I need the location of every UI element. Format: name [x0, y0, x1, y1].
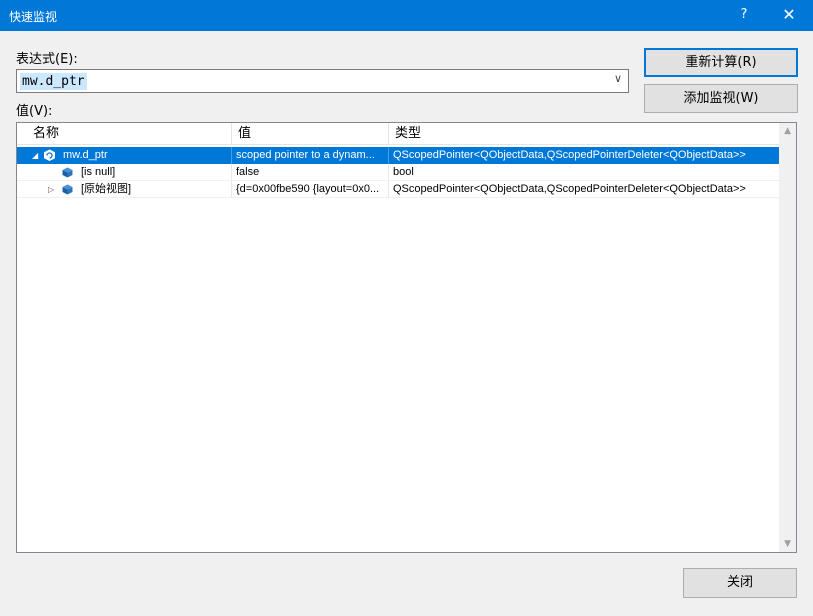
- table-row[interactable]: ◢ mw.d_ptr scoped pointer to a dynam... …: [17, 147, 780, 164]
- value-cell: false: [232, 164, 389, 181]
- grid-header: 名称 值 类型: [17, 123, 780, 145]
- table-row[interactable]: [is null] false bool: [17, 164, 780, 181]
- type-cell: bool: [389, 164, 780, 181]
- reevaluate-button[interactable]: 重新计算(R): [644, 48, 798, 77]
- field-icon: [62, 184, 73, 195]
- scroll-up-icon[interactable]: ▲: [784, 126, 791, 136]
- value-cell: {d=0x00fbe590 {layout=0x0...: [232, 181, 389, 198]
- type-cell: QScopedPointer<QObjectData,QScopedPointe…: [389, 181, 780, 198]
- column-header-value[interactable]: 值: [232, 123, 389, 144]
- column-header-type[interactable]: 类型: [389, 123, 780, 144]
- value-label: 值(V):: [16, 104, 53, 119]
- value-cell: scoped pointer to a dynam...: [232, 147, 389, 164]
- window-title: 快速监视: [9, 10, 58, 24]
- add-watch-button[interactable]: 添加监视(W): [644, 84, 798, 113]
- title-bar: 快速监视 ? ✕: [0, 0, 813, 31]
- close-window-button[interactable]: ✕: [770, 3, 808, 27]
- row-name: mw.d_ptr: [63, 149, 108, 161]
- collapsed-arrow-icon[interactable]: ▷: [48, 181, 54, 197]
- help-button[interactable]: ?: [730, 3, 758, 27]
- field-icon: [62, 167, 73, 178]
- object-refresh-icon: [44, 149, 55, 162]
- table-row[interactable]: ▷ [原始视图] {d=0x00fbe590 {layout=0x0... QS…: [17, 181, 780, 198]
- expanded-arrow-icon[interactable]: ◢: [32, 147, 38, 164]
- name-cell: ▷ [原始视图]: [17, 181, 232, 198]
- expression-input[interactable]: mw.d_ptr: [20, 73, 87, 90]
- watch-grid[interactable]: 名称 值 类型 ◢ mw.d_ptr scoped pointer to a d…: [16, 122, 797, 553]
- name-cell: ◢ mw.d_ptr: [17, 147, 232, 164]
- expression-combobox[interactable]: mw.d_ptr ∨: [16, 69, 629, 93]
- type-cell: QScopedPointer<QObjectData,QScopedPointe…: [393, 149, 746, 161]
- scroll-down-icon[interactable]: ▼: [784, 539, 791, 549]
- close-button[interactable]: 关闭: [683, 568, 797, 598]
- column-header-name[interactable]: 名称: [27, 123, 232, 144]
- vertical-scrollbar[interactable]: ▲ ▼: [779, 123, 796, 552]
- expression-label: 表达式(E):: [16, 52, 78, 67]
- row-name: [is null]: [81, 166, 116, 178]
- name-cell: [is null]: [17, 164, 232, 181]
- row-name: [原始视图]: [81, 183, 132, 195]
- chevron-down-icon[interactable]: ∨: [614, 72, 622, 85]
